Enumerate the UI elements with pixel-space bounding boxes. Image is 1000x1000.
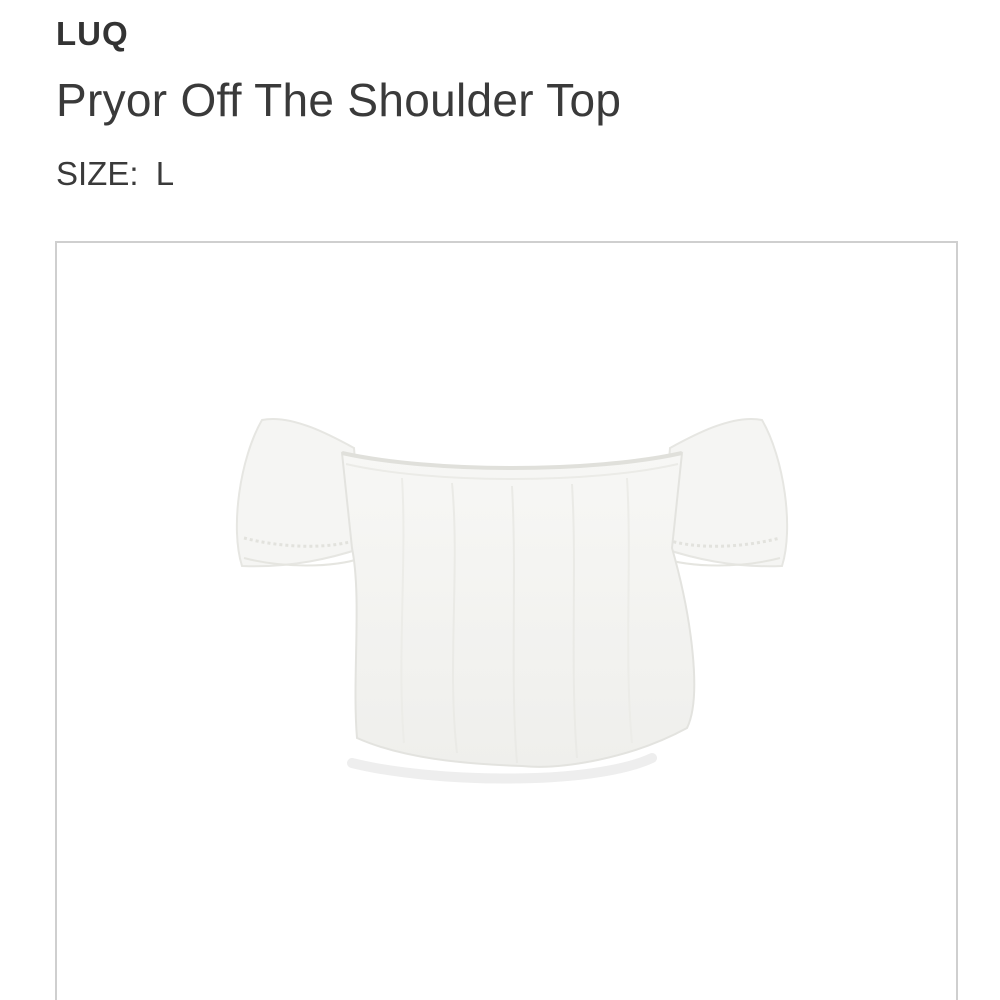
product-title: Pryor Off The Shoulder Top [56, 74, 622, 126]
product-detail-page: LUQ Pryor Off The Shoulder Top SIZE: L [0, 0, 1000, 1000]
product-image [235, 418, 789, 784]
brand-name: LUQ [56, 15, 129, 52]
size-label: SIZE: [56, 155, 139, 192]
size-row: SIZE: L [56, 154, 174, 194]
size-value: L [155, 155, 175, 192]
product-image-frame[interactable] [55, 241, 958, 1000]
